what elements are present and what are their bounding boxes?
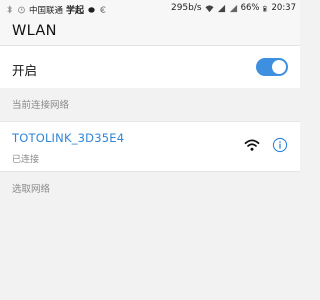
clock: 20:37 bbox=[271, 3, 297, 13]
wlan-toggle-label: 开启 bbox=[12, 63, 38, 78]
cell-signal-icon bbox=[229, 4, 237, 12]
app-name: 学起 bbox=[66, 6, 85, 16]
switch-knob bbox=[272, 60, 286, 74]
wifi-icon bbox=[244, 139, 260, 151]
alarm-icon bbox=[18, 6, 25, 14]
wlan-toggle-switch[interactable] bbox=[256, 58, 288, 76]
section-header-select-text: 选取网络 bbox=[12, 184, 51, 195]
euro-icon bbox=[100, 6, 106, 13]
status-bar: 中国联通 学起 295b/s 66% 20:37 bbox=[0, 0, 300, 18]
page-title: WLAN bbox=[12, 23, 57, 39]
wlan-toggle-row[interactable]: 开启 bbox=[0, 45, 300, 89]
network-list-area bbox=[0, 205, 300, 300]
bluetooth-icon bbox=[7, 5, 12, 14]
section-header-connected-text: 当前连接网络 bbox=[12, 100, 70, 111]
app-bar: WLAN bbox=[0, 18, 300, 45]
info-icon[interactable] bbox=[272, 137, 288, 153]
status-bar-left: 中国联通 学起 bbox=[5, 3, 108, 16]
network-status: 已连接 bbox=[12, 155, 40, 165]
network-ssid: TOTOLINK_3D35E4 bbox=[12, 131, 125, 145]
wifi-signal-icon bbox=[205, 4, 214, 12]
battery-icon bbox=[262, 5, 266, 11]
dot-icon bbox=[88, 7, 95, 13]
cell-signal-icon bbox=[217, 4, 225, 12]
status-bar-right: 295b/s 66% 20:37 bbox=[171, 3, 296, 13]
battery-percent: 66% bbox=[240, 3, 260, 13]
carrier-name: 中国联通 bbox=[29, 5, 64, 16]
connected-network-row[interactable]: TOTOLINK_3D35E4 已连接 bbox=[0, 121, 300, 172]
section-header-connected: 当前连接网络 bbox=[0, 88, 300, 122]
section-header-select: 选取网络 bbox=[0, 171, 300, 206]
network-speed: 295b/s bbox=[170, 3, 202, 13]
